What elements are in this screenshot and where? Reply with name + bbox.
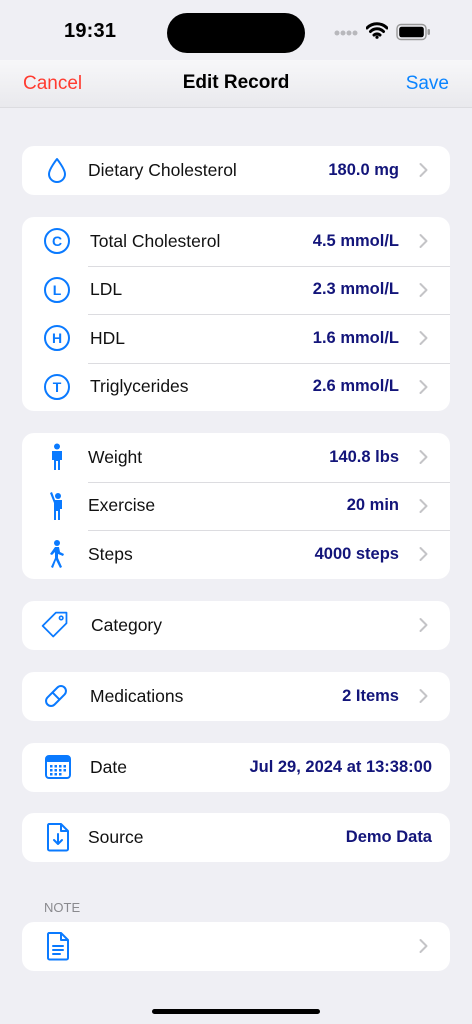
document-download-icon <box>43 822 73 852</box>
chevron-right-icon <box>419 939 428 954</box>
row-value: 2.3 mmol/L <box>312 280 399 299</box>
row-note[interactable] <box>22 922 450 971</box>
row-value: 20 min <box>346 496 399 515</box>
person-walking-icon <box>42 539 72 569</box>
chevron-right-icon <box>419 689 428 704</box>
row-weight[interactable]: Weight 140.8 lbs <box>22 433 450 482</box>
chevron-right-icon <box>419 379 428 394</box>
chevron-right-icon <box>419 163 428 178</box>
row-category[interactable]: Category <box>22 601 450 650</box>
row-value: 1.6 mmol/L <box>312 328 399 347</box>
row-medications[interactable]: Medications 2 Items <box>22 672 450 721</box>
row-label: Date <box>90 756 127 777</box>
row-value: 180.0 mg <box>328 160 399 179</box>
source-group: Source Demo Data <box>22 813 450 862</box>
wifi-icon <box>366 22 388 39</box>
cellular-signal-icon <box>334 30 358 36</box>
row-dietary-cholesterol[interactable]: Dietary Cholesterol 180.0 mg <box>22 146 450 195</box>
row-label: Category <box>91 614 163 635</box>
row-value: 140.8 lbs <box>329 447 399 466</box>
row-steps[interactable]: Steps 4000 steps <box>22 530 450 579</box>
chevron-right-icon <box>419 450 428 465</box>
letter-l-circle-icon: L <box>42 275 72 305</box>
note-group <box>22 922 450 971</box>
row-label: Total Cholesterol <box>90 230 221 251</box>
row-value: Jul 29, 2024 at 13:38:00 <box>249 757 432 776</box>
medications-group: Medications 2 Items <box>22 672 450 721</box>
tag-icon <box>40 610 70 640</box>
row-label: Dietary Cholesterol <box>88 159 237 180</box>
dynamic-island <box>167 13 305 53</box>
letter-c-circle-icon: C <box>42 226 72 256</box>
person-waving-icon <box>42 491 72 521</box>
row-label: LDL <box>90 279 123 300</box>
page-title: Edit Record <box>182 72 290 93</box>
row-ldl[interactable]: L LDL 2.3 mmol/L <box>22 265 450 315</box>
category-group: Category <box>22 601 450 650</box>
row-value: 4.5 mmol/L <box>312 231 399 250</box>
row-triglycerides[interactable]: T Triglycerides 2.6 mmol/L <box>22 362 450 412</box>
person-standing-icon <box>42 442 72 472</box>
row-value: Demo Data <box>345 827 432 846</box>
note-section-header: NOTE <box>44 900 81 915</box>
save-button[interactable]: Save <box>406 73 449 95</box>
drop-icon <box>42 155 72 185</box>
row-value: 4000 steps <box>314 544 399 563</box>
status-time: 19:31 <box>64 20 117 42</box>
row-label: Source <box>88 826 144 847</box>
dietary-group: Dietary Cholesterol 180.0 mg <box>22 146 450 195</box>
activity-group: Weight 140.8 lbs Exercise 20 min Steps 4… <box>22 433 450 579</box>
date-group: Date Jul 29, 2024 at 13:38:00 <box>22 743 450 792</box>
pill-icon <box>41 681 71 711</box>
row-label: Medications <box>90 685 184 706</box>
chevron-right-icon <box>419 618 428 633</box>
status-bar: 19:31 <box>0 0 472 60</box>
chevron-right-icon <box>419 547 428 562</box>
chevron-right-icon <box>419 234 428 249</box>
row-source[interactable]: Source Demo Data <box>22 813 450 862</box>
row-total-cholesterol[interactable]: C Total Cholesterol 4.5 mmol/L <box>22 217 450 266</box>
home-indicator[interactable] <box>152 1009 320 1014</box>
letter-t-circle-icon: T <box>42 372 72 402</box>
row-label: Triglycerides <box>90 376 189 397</box>
document-text-icon <box>43 931 73 961</box>
chevron-right-icon <box>419 331 428 346</box>
letter-h-circle-icon: H <box>42 323 72 353</box>
battery-icon <box>396 23 430 41</box>
row-exercise[interactable]: Exercise 20 min <box>22 481 450 531</box>
row-label: HDL <box>90 327 126 348</box>
row-label: Exercise <box>88 495 156 516</box>
navigation-bar: Cancel Edit Record Save <box>0 60 472 108</box>
calendar-icon <box>43 752 73 782</box>
lipids-group: C Total Cholesterol 4.5 mmol/L L LDL 2.3… <box>22 217 450 411</box>
row-label: Weight <box>88 446 143 467</box>
row-date[interactable]: Date Jul 29, 2024 at 13:38:00 <box>22 743 450 792</box>
row-label: Steps <box>88 543 133 564</box>
chevron-right-icon <box>419 282 428 297</box>
row-hdl[interactable]: H HDL 1.6 mmol/L <box>22 314 450 363</box>
chevron-right-icon <box>419 498 428 513</box>
row-value: 2.6 mmol/L <box>312 377 399 396</box>
row-value: 2 Items <box>342 686 399 705</box>
